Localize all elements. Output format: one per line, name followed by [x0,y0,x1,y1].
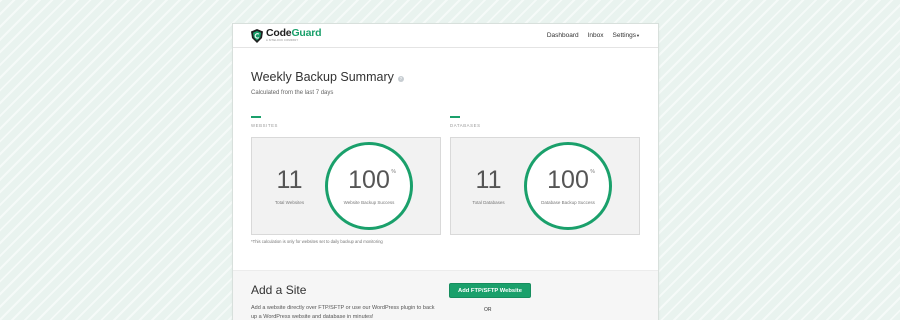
codeguard-logo[interactable]: CodeGuard A SITELOCK COMPANY [251,27,322,43]
shield-logo-icon [251,28,263,43]
brand-tagline: A SITELOCK COMPANY [266,38,299,42]
total-databases-label: Total Databases [472,199,505,205]
app-window: CodeGuard A SITELOCK COMPANY Dashboard I… [233,24,658,320]
total-databases-count: 11 [475,165,502,194]
section-accent-bar [450,116,460,118]
section-label: WEBSITES [251,123,279,128]
help-icon[interactable]: ? [397,75,404,82]
total-websites-label: Total Websites [274,199,305,205]
database-success-ring: 100% Database Backup Success [524,142,612,230]
chevron-down-icon: ▼ [636,32,640,38]
main-nav: Dashboard Inbox Settings▼ [547,32,640,39]
website-success-ring: 100% Website Backup Success [325,142,413,230]
total-websites-count: 11 [276,165,303,194]
add-site-description: Add a website directly over FTP/SFTP or … [251,305,435,320]
top-navbar: CodeGuard A SITELOCK COMPANY Dashboard I… [233,24,658,48]
footnote: *This calculation is only for websites s… [251,239,383,244]
websites-card: 11 Total Websites 100% Website Backup Su… [251,137,441,235]
websites-section: WEBSITES 11 Total Websites 100% Website … [251,116,441,244]
brand-name: CodeGuard [266,27,322,40]
summary-content: Weekly Backup Summary ? Calculated from … [233,48,658,244]
database-success-percent: 100 [547,165,589,194]
database-success-label: Database Backup Success [541,199,595,205]
nav-inbox[interactable]: Inbox [588,32,604,39]
databases-card: 11 Total Databases 100% Database Backup … [450,137,640,235]
page-title: Weekly Backup Summary [251,70,394,84]
page-subtitle: Calculated from the last 7 days [251,90,334,96]
add-site-title: Add a Site [251,283,307,297]
section-label: DATABASES [450,123,481,128]
website-success-label: Website Backup Success [343,199,395,205]
nav-settings[interactable]: Settings▼ [613,32,640,39]
nav-dashboard[interactable]: Dashboard [547,32,579,39]
or-divider: OR [484,307,492,313]
add-site-panel: Add a Site Add a website directly over F… [233,270,658,320]
section-accent-bar [251,116,261,118]
website-success-percent: 100 [348,165,390,194]
databases-section: DATABASES 11 Total Databases 100% Databa… [450,116,640,244]
add-ftp-sftp-website-button[interactable]: Add FTP/SFTP Website [449,283,531,298]
